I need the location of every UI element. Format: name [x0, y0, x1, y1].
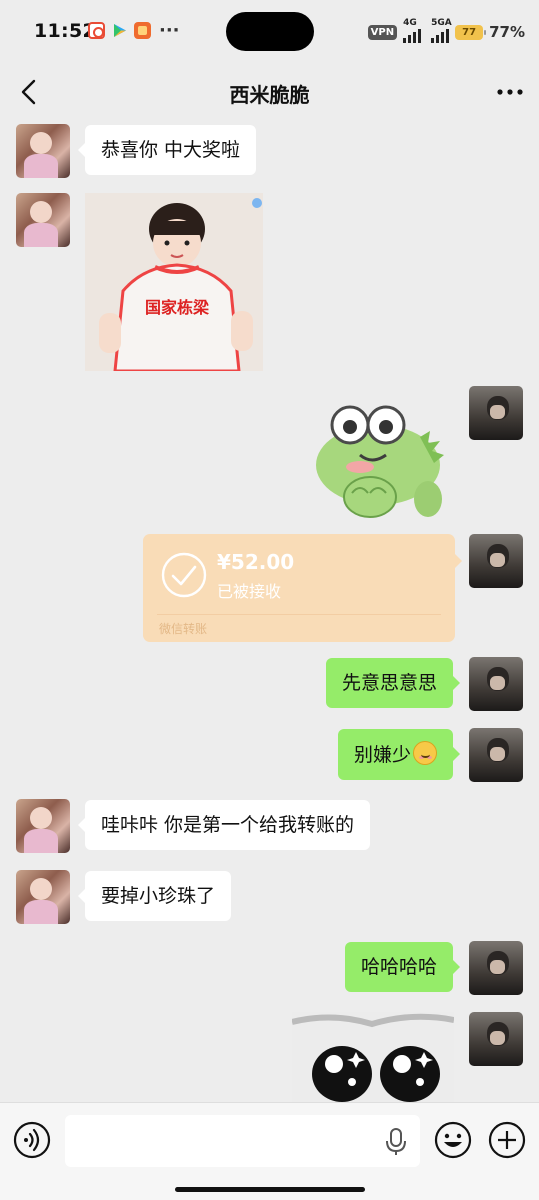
avatar-self[interactable] — [469, 1012, 523, 1066]
message-bubble-other[interactable]: 恭喜你 中大奖啦 — [77, 125, 257, 175]
app-notification-icon — [88, 22, 105, 39]
home-indicator[interactable] — [175, 1187, 365, 1192]
frog-sticker[interactable] — [300, 397, 446, 519]
dynamic-island — [226, 12, 314, 51]
eyes-sticker-graphic — [292, 1012, 454, 1102]
signal-5ga-icon: 5GA — [431, 18, 452, 43]
signal-4g-icon: 4G — [403, 18, 422, 43]
sticker-image[interactable]: 国家栋梁 — [85, 193, 263, 371]
more-button[interactable] — [495, 80, 525, 104]
message-bubble-other[interactable]: 要掉小珍珠了 — [77, 871, 232, 921]
avatar-self[interactable] — [469, 941, 523, 995]
message-bubble-self[interactable]: 先意思意思 — [325, 658, 461, 708]
battery-percent: 77% — [489, 23, 525, 41]
notification-icons: ··· — [88, 19, 180, 41]
voice-icon — [13, 1121, 51, 1159]
chat-header: 西米脆脆 — [0, 62, 539, 122]
chat-messages[interactable]: 恭喜你 中大奖啦 国家栋梁 ¥52.00 已被接收 微信转账 先意思意思 别嫌少… — [0, 122, 539, 1102]
voice-button[interactable] — [13, 1121, 51, 1159]
status-right: VPN 4G 5GA 77 77% — [367, 18, 525, 43]
message-input[interactable] — [65, 1115, 420, 1167]
more-functions-button[interactable] — [488, 1121, 526, 1159]
emoji-icon — [434, 1121, 472, 1159]
battery-icon: 77 — [455, 24, 487, 40]
sticker-caption: 国家栋梁 — [145, 298, 210, 317]
status-time: 11:52 — [34, 20, 96, 42]
avatar-self[interactable] — [469, 386, 523, 440]
emoji-button[interactable] — [434, 1121, 472, 1159]
transfer-card[interactable]: ¥52.00 已被接收 微信转账 — [143, 534, 462, 642]
avatar-self[interactable] — [469, 534, 523, 588]
avatar-self[interactable] — [469, 728, 523, 782]
status-bar: 11:52 ··· VPN 4G 5GA 77 77% — [0, 0, 539, 62]
smile-emoji-icon — [413, 741, 437, 765]
eyes-sticker[interactable] — [292, 1012, 454, 1102]
shopping-app-icon — [134, 22, 151, 39]
microphone-icon[interactable] — [382, 1127, 410, 1157]
message-text: 别嫌少 — [353, 744, 411, 766]
avatar-other[interactable] — [16, 799, 70, 853]
check-circle-icon — [161, 552, 207, 598]
kid-sticker-graphic: 国家栋梁 — [85, 193, 263, 371]
transfer-brand: 微信转账 — [159, 622, 208, 636]
avatar-other[interactable] — [16, 870, 70, 924]
vpn-badge: VPN — [367, 24, 398, 40]
input-bar — [0, 1102, 539, 1200]
transfer-divider — [157, 614, 441, 615]
message-bubble-self[interactable]: 别嫌少 — [337, 729, 461, 780]
avatar-other[interactable] — [16, 193, 70, 247]
more-icon — [497, 89, 523, 95]
transfer-status: 已被接收 — [217, 582, 282, 601]
chat-title: 西米脆脆 — [229, 83, 310, 107]
plus-icon — [488, 1121, 526, 1159]
message-bubble-self[interactable]: 哈哈哈哈 — [344, 942, 461, 992]
more-notifications-icon: ··· — [159, 19, 180, 41]
avatar-self[interactable] — [469, 657, 523, 711]
avatar-other[interactable] — [16, 124, 70, 178]
frog-sticker-graphic — [316, 405, 444, 518]
message-bubble-other[interactable]: 哇咔咔 你是第一个给我转账的 — [77, 800, 371, 850]
transfer-amount: ¥52.00 — [217, 550, 295, 574]
play-store-icon — [111, 22, 128, 39]
